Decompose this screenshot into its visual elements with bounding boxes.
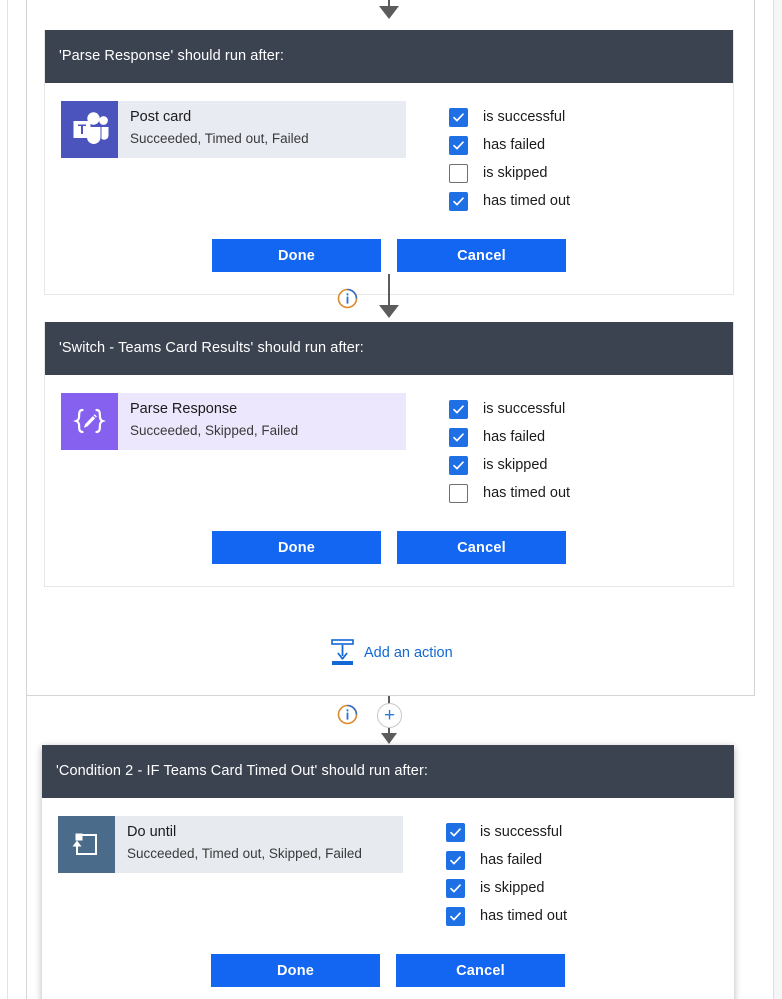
checkbox-is-successful[interactable] xyxy=(449,107,468,127)
operation-chip-parse-response[interactable]: Parse Response Succeeded, Skipped, Faile… xyxy=(61,393,406,451)
cancel-button[interactable]: Cancel xyxy=(397,239,566,273)
done-button[interactable]: Done xyxy=(211,954,380,988)
operation-name: Post card xyxy=(130,109,192,126)
condition-row-is-skipped[interactable]: is skipped xyxy=(449,159,570,187)
checkbox-has-timed-out[interactable] xyxy=(449,483,468,503)
run-after-card-3-title: 'Condition 2 - IF Teams Card Timed Out' … xyxy=(42,745,734,799)
condition-label: is skipped xyxy=(483,457,548,474)
condition-label: has timed out xyxy=(480,908,568,925)
run-after-card-2-conditions: is successful has failed is skipped has … xyxy=(449,393,570,507)
run-after-card-3: 'Condition 2 - IF Teams Card Timed Out' … xyxy=(42,745,734,999)
parse-json-icon xyxy=(61,393,118,451)
checkbox-has-failed[interactable] xyxy=(446,850,465,870)
run-after-card-2-title: 'Switch - Teams Card Results' should run… xyxy=(45,322,733,376)
svg-text:T: T xyxy=(78,123,87,138)
condition-row-is-successful[interactable]: is successful xyxy=(449,395,570,423)
checkbox-is-successful[interactable] xyxy=(449,399,468,419)
connector-card-1-to-2 xyxy=(0,272,782,324)
add-step-plus-icon: + xyxy=(383,705,396,726)
connector-scope-to-card-3: + xyxy=(0,696,782,752)
condition-label: has timed out xyxy=(483,193,571,210)
run-after-card-1-title: 'Parse Response' should run after: xyxy=(45,30,733,84)
run-after-card-2-actions: Done Cancel xyxy=(45,507,733,586)
page-right-margin xyxy=(774,0,782,999)
connector-arrowhead xyxy=(381,733,397,744)
run-after-configuration-screen: 'Parse Response' should run after: T Pos… xyxy=(0,0,782,999)
checkbox-is-skipped[interactable] xyxy=(446,878,465,898)
cancel-button[interactable]: Cancel xyxy=(396,954,565,988)
checkbox-is-skipped[interactable] xyxy=(449,455,468,475)
condition-row-has-failed[interactable]: has failed xyxy=(449,131,570,159)
checkbox-is-skipped[interactable] xyxy=(449,163,468,183)
run-after-card-2: 'Switch - Teams Card Results' should run… xyxy=(44,322,734,588)
teams-icon: T xyxy=(61,101,118,159)
condition-label: has failed xyxy=(483,137,546,154)
connector-arrowhead xyxy=(379,305,399,318)
condition-row-has-timed-out[interactable]: has timed out xyxy=(449,187,570,215)
checkbox-is-successful[interactable] xyxy=(446,822,465,842)
condition-label: is skipped xyxy=(480,880,545,897)
run-after-card-1-body: T Post card Succeeded, Timed out, Failed… xyxy=(45,83,733,216)
condition-row-has-failed[interactable]: has failed xyxy=(449,423,570,451)
condition-label: has timed out xyxy=(483,485,571,502)
condition-label: is successful xyxy=(483,109,566,126)
run-after-card-1: 'Parse Response' should run after: T Pos… xyxy=(44,30,734,296)
condition-row-is-skipped[interactable]: is skipped xyxy=(446,874,567,902)
condition-row-is-skipped[interactable]: is skipped xyxy=(449,451,570,479)
run-after-card-2-body: Parse Response Succeeded, Skipped, Faile… xyxy=(45,375,733,508)
checkbox-has-timed-out[interactable] xyxy=(446,906,465,926)
connector-line xyxy=(388,274,390,308)
connector-into-card-1 xyxy=(0,0,782,30)
connector-arrowhead xyxy=(379,6,399,19)
condition-label: is successful xyxy=(480,824,563,841)
done-button[interactable]: Done xyxy=(212,531,381,565)
operation-chip-do-until[interactable]: Do until Succeeded, Timed out, Skipped, … xyxy=(58,816,403,874)
operation-name: Parse Response xyxy=(130,401,238,418)
operation-statuses: Succeeded, Timed out, Skipped, Failed xyxy=(127,846,362,862)
run-after-card-3-body: Do until Succeeded, Timed out, Skipped, … xyxy=(42,798,734,931)
operation-chip-post-card-meta: Post card Succeeded, Timed out, Failed xyxy=(118,101,309,158)
cancel-button[interactable]: Cancel xyxy=(397,531,566,565)
condition-label: has failed xyxy=(483,429,546,446)
window-rail-outer xyxy=(7,0,8,999)
condition-row-is-successful[interactable]: is successful xyxy=(449,103,570,131)
insert-action-icon xyxy=(331,639,354,665)
condition-label: is successful xyxy=(483,401,566,418)
operation-chip-post-card[interactable]: T Post card Succeeded, Timed out, Failed xyxy=(61,101,406,159)
add-step-plus-button[interactable]: + xyxy=(377,703,402,728)
run-after-card-1-conditions: is successful has failed is skipped has … xyxy=(449,101,570,215)
checkbox-has-failed[interactable] xyxy=(449,427,468,447)
condition-row-has-timed-out[interactable]: has timed out xyxy=(446,902,567,930)
condition-label: has failed xyxy=(480,852,543,869)
add-an-action-button[interactable]: Add an action xyxy=(330,639,453,666)
checkbox-has-failed[interactable] xyxy=(449,135,468,155)
info-icon[interactable] xyxy=(337,704,358,725)
add-an-action-label: Add an action xyxy=(364,644,453,661)
operation-statuses: Succeeded, Timed out, Failed xyxy=(130,131,309,147)
operation-chip-do-until-meta: Do until Succeeded, Timed out, Skipped, … xyxy=(115,816,362,873)
run-after-card-3-conditions: is successful has failed is skipped has … xyxy=(446,816,567,930)
operation-name: Do until xyxy=(127,824,177,841)
checkbox-has-timed-out[interactable] xyxy=(449,191,468,211)
condition-row-has-failed[interactable]: has failed xyxy=(446,846,567,874)
operation-statuses: Succeeded, Skipped, Failed xyxy=(130,423,299,439)
do-until-icon xyxy=(58,816,115,874)
run-after-card-3-actions: Done Cancel xyxy=(42,930,734,999)
condition-label: is skipped xyxy=(483,165,548,182)
operation-chip-parse-response-meta: Parse Response Succeeded, Skipped, Faile… xyxy=(118,393,298,450)
info-icon[interactable] xyxy=(337,288,358,309)
condition-row-is-successful[interactable]: is successful xyxy=(446,818,567,846)
done-button[interactable]: Done xyxy=(212,239,381,273)
condition-row-has-timed-out[interactable]: has timed out xyxy=(449,479,570,507)
